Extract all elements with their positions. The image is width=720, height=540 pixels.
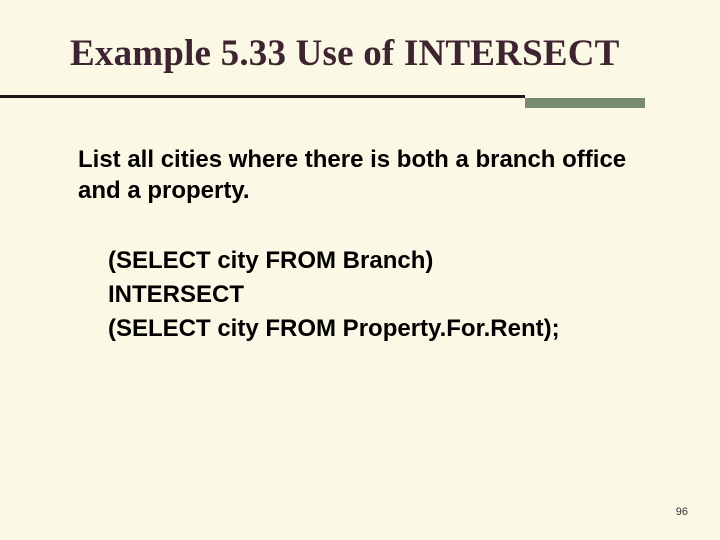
sql-line-2: INTERSECT [108,278,660,312]
page-number: 96 [676,506,688,518]
slide-title: Example 5.33 Use of INTERSECT [70,32,680,75]
slide: Example 5.33 Use of INTERSECT List all c… [0,0,720,540]
sql-line-1: (SELECT city FROM Branch) [108,244,660,278]
title-underline-accent [525,98,645,108]
sql-line-3: (SELECT city FROM Property.For.Rent); [108,312,660,346]
title-underline [0,95,525,98]
sql-block: (SELECT city FROM Branch) INTERSECT (SEL… [108,244,660,346]
body-text: List all cities where there is both a br… [78,145,650,206]
